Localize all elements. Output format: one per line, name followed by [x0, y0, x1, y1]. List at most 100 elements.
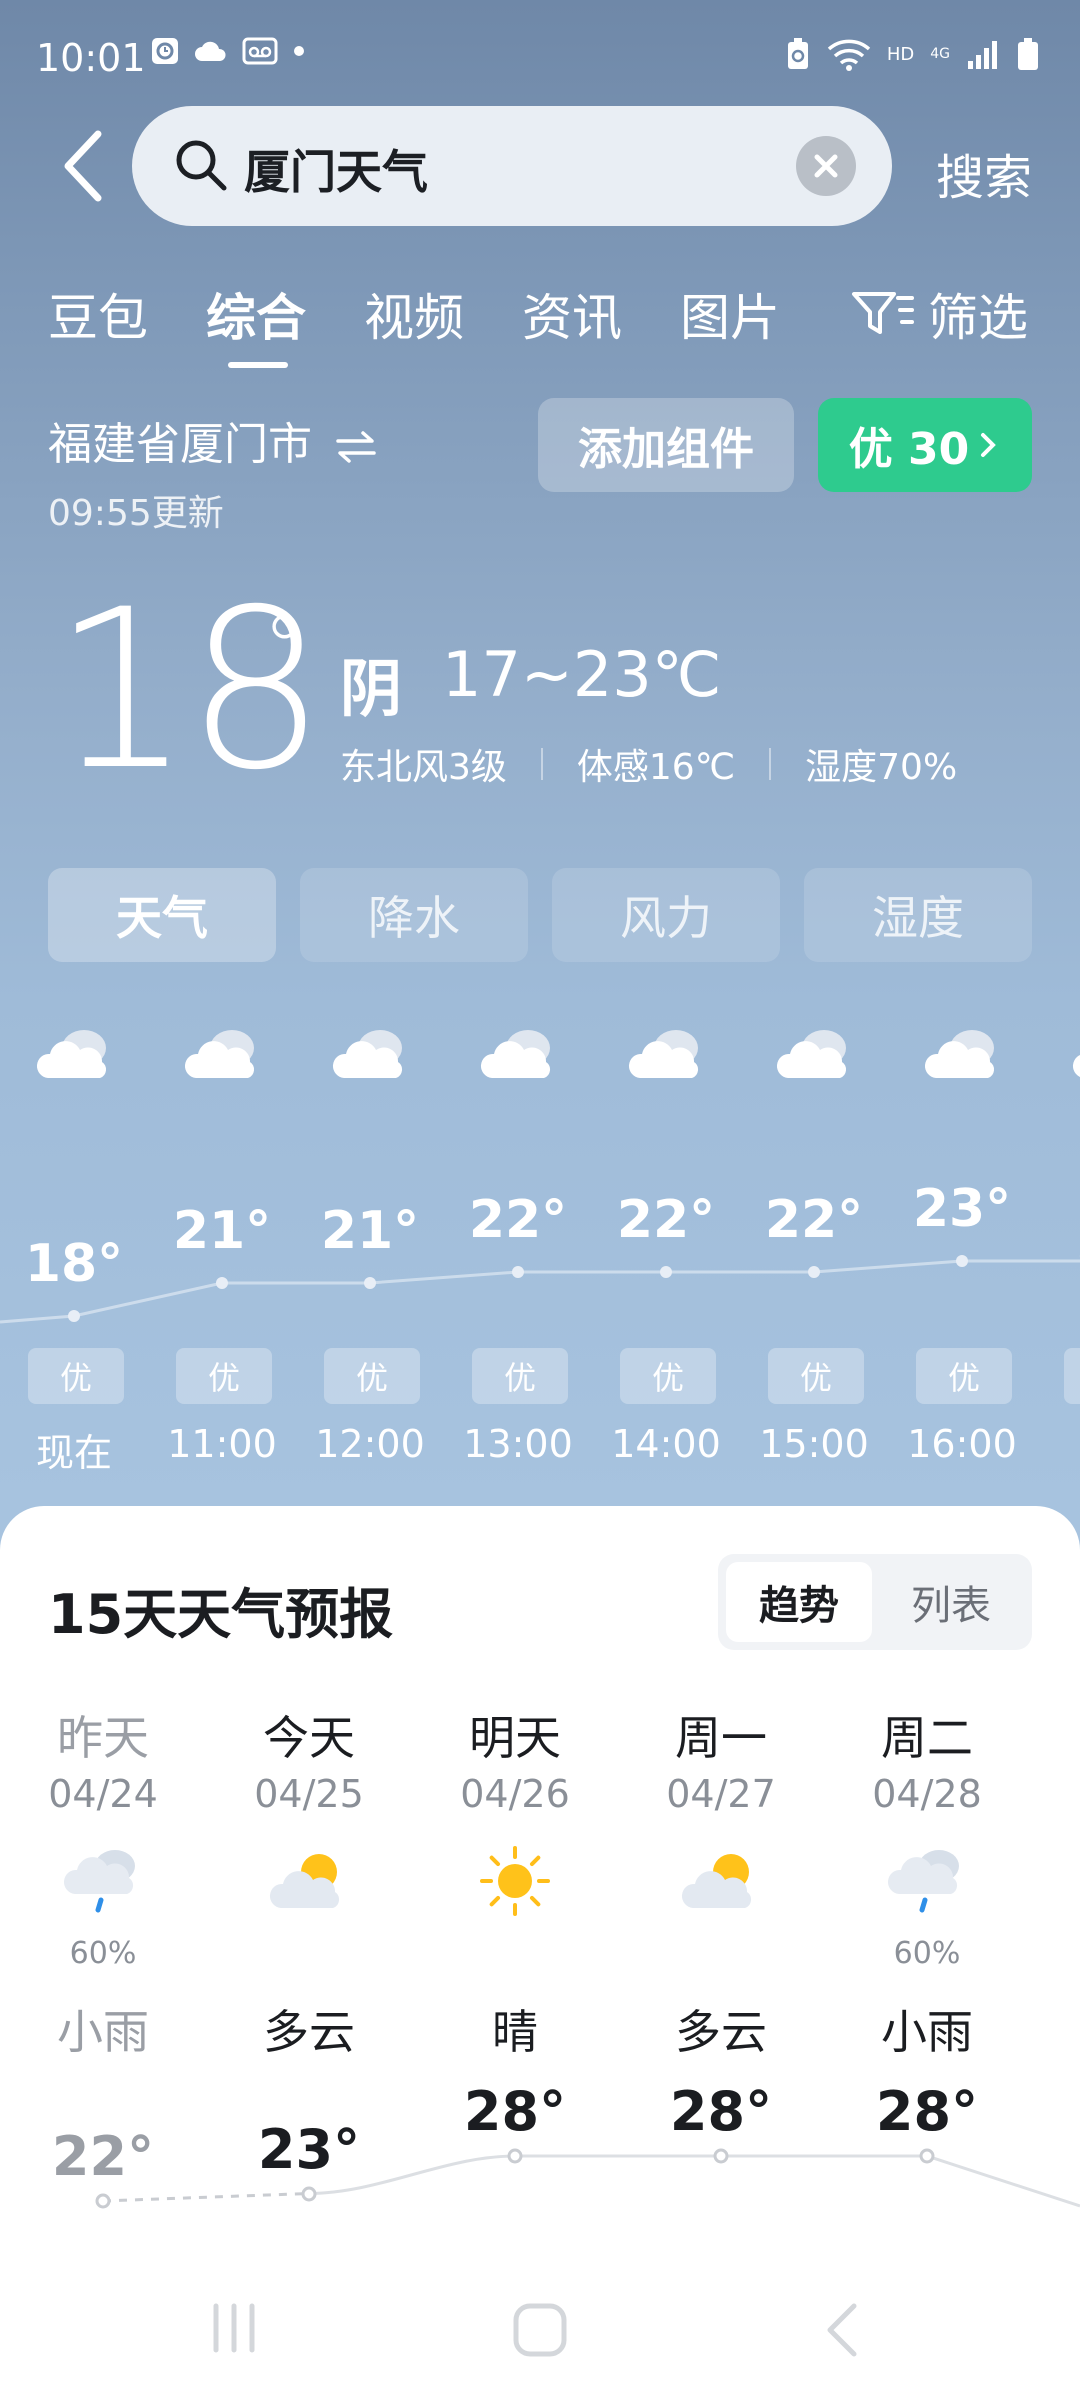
temperature-range: 17~23℃: [442, 638, 722, 711]
tab-doubao[interactable]: 豆包: [48, 278, 148, 350]
battery-saver-icon: [787, 38, 808, 69]
hourly-temp-point: [364, 1277, 376, 1289]
hourly-aqi-badge: 优: [28, 1348, 124, 1404]
back-arrow-icon[interactable]: [52, 126, 122, 206]
wind-info: 东北风3级: [340, 747, 507, 788]
cloud-status-icon: [195, 41, 226, 61]
add-widget-button[interactable]: 添加组件: [538, 398, 794, 492]
hourly-item: 22° 优 14:00: [592, 1000, 740, 1490]
hourly-item: 18° 优现在: [0, 1000, 148, 1490]
recent-apps-icon[interactable]: [206, 2300, 262, 2356]
cloudy-icon: [184, 1030, 255, 1078]
search-input[interactable]: 厦门天气: [132, 106, 892, 226]
hourly-time: 14:00: [611, 1422, 721, 1466]
category-tabs: 豆包 综合 视频 资讯 图片 筛选: [0, 270, 1080, 380]
chevron-right-icon: [981, 433, 997, 457]
divider: [540, 748, 543, 780]
tab-video[interactable]: 视频: [364, 278, 464, 350]
day-date: 04/26: [460, 1772, 570, 1816]
day-name: 昨天: [57, 1711, 149, 1765]
search-icon: [176, 140, 227, 191]
tab-comprehensive[interactable]: 综合: [206, 278, 306, 350]
signal-icon: [968, 41, 997, 69]
hourly-aqi-badge: 优: [620, 1348, 716, 1404]
current-details: 东北风3级 体感16℃ 湿度70%: [340, 738, 957, 790]
swap-icon: [336, 431, 376, 463]
battery-icon: [1018, 38, 1038, 70]
day-name: 周一: [675, 1711, 767, 1765]
sunny-icon: [480, 1846, 550, 1916]
day-date: 04/28: [872, 1772, 982, 1816]
home-icon[interactable]: [510, 2300, 570, 2360]
back-nav-icon[interactable]: [816, 2300, 872, 2360]
hourly-temp-point: [216, 1277, 228, 1289]
day-name: 周二: [881, 1711, 973, 1765]
day-high-temp: 23°: [257, 2117, 361, 2181]
hourly-aqi-badge: 优: [768, 1348, 864, 1404]
hourly-temp: 21°: [320, 1201, 420, 1261]
day-high-temp: 22°: [51, 2125, 155, 2188]
dot-icon: [294, 46, 304, 56]
network-type-label: 4G: [930, 46, 950, 62]
hourly-time: 13:00: [463, 1422, 573, 1466]
hd-label: HD: [886, 43, 915, 65]
location-name: 福建省厦门市: [48, 419, 312, 470]
light-rain-icon: [63, 1850, 135, 1913]
location-switcher[interactable]: 福建省厦门市: [48, 408, 378, 472]
status-time: 10:01: [36, 36, 146, 80]
precip-chance: 60%: [69, 1936, 137, 1971]
hourly-forecast[interactable]: 18° 优现在 21° 优 11:00 21° 优 12:00 22° 优 13:00 22° 优 14:…: [0, 1000, 1080, 1490]
light-rain-icon: [887, 1850, 959, 1913]
aqi-badge-button[interactable]: 优 30: [818, 398, 1032, 492]
hourly-aqi-badge: 优: [324, 1348, 420, 1404]
day-name: 明天: [469, 1711, 561, 1765]
cloudy-icon: [332, 1030, 403, 1078]
tab-images[interactable]: 图片: [680, 278, 780, 350]
hourly-temp: 21°: [172, 1201, 272, 1261]
day-date: 04/27: [666, 1772, 776, 1816]
day-high-temp: 28°: [669, 2080, 773, 2143]
hourly-item: 21° 优 12:00: [296, 1000, 444, 1490]
hourly-aqi-badge: 优: [176, 1348, 272, 1404]
hourly-item: 21° 优 11:00: [148, 1000, 296, 1490]
cloudy-icon: [480, 1030, 551, 1078]
hourly-temp-point: [512, 1266, 524, 1278]
voicemail-icon: [242, 37, 278, 65]
partly-cloudy-icon: [269, 1854, 340, 1908]
tab-wind[interactable]: 风力: [552, 868, 780, 962]
day-condition: 多云: [675, 2005, 767, 2059]
hourly-time: 现在: [35, 1431, 112, 1475]
hourly-temp: 2: [1036, 1179, 1080, 1239]
wifi-icon: [827, 39, 870, 71]
day-high-point: [919, 2148, 935, 2164]
filter-label: 筛选: [928, 289, 1028, 347]
search-button[interactable]: 搜索: [936, 138, 1032, 208]
cloudy-icon: [924, 1030, 995, 1078]
search-query-text: 厦门天气: [244, 145, 428, 199]
cloudy-icon: [776, 1030, 847, 1078]
tab-precipitation[interactable]: 降水: [300, 868, 528, 962]
day-condition: 多云: [263, 2005, 355, 2059]
day-high-point: [301, 2186, 317, 2201]
day-condition: 小雨: [881, 2005, 973, 2059]
search-bar-row: 厦门天气 搜索: [0, 106, 1080, 228]
day-condition: 小雨: [57, 2005, 149, 2059]
system-nav-bar: [0, 2260, 1080, 2400]
close-icon: [814, 154, 838, 178]
divider: [769, 748, 772, 780]
hourly-temp-point: [956, 1255, 968, 1267]
status-system-icons: HD 4G: [785, 36, 1040, 72]
hourly-temp-point: [68, 1310, 80, 1322]
day-date: 04/24: [48, 1772, 158, 1816]
hourly-time: 12:00: [315, 1422, 425, 1466]
tab-humidity[interactable]: 湿度: [804, 868, 1032, 962]
hourly-temp: 22°: [764, 1190, 864, 1250]
clear-search-button[interactable]: [796, 136, 856, 196]
day-high-point: [507, 2148, 523, 2164]
hourly-aqi-badge: 优: [916, 1348, 1012, 1404]
tab-weather[interactable]: 天气: [48, 868, 276, 962]
filter-button[interactable]: 筛选: [850, 278, 1028, 350]
tab-news[interactable]: 资讯: [522, 278, 622, 350]
active-tab-indicator: [228, 362, 288, 368]
cloudy-icon: [1073, 1055, 1080, 1077]
